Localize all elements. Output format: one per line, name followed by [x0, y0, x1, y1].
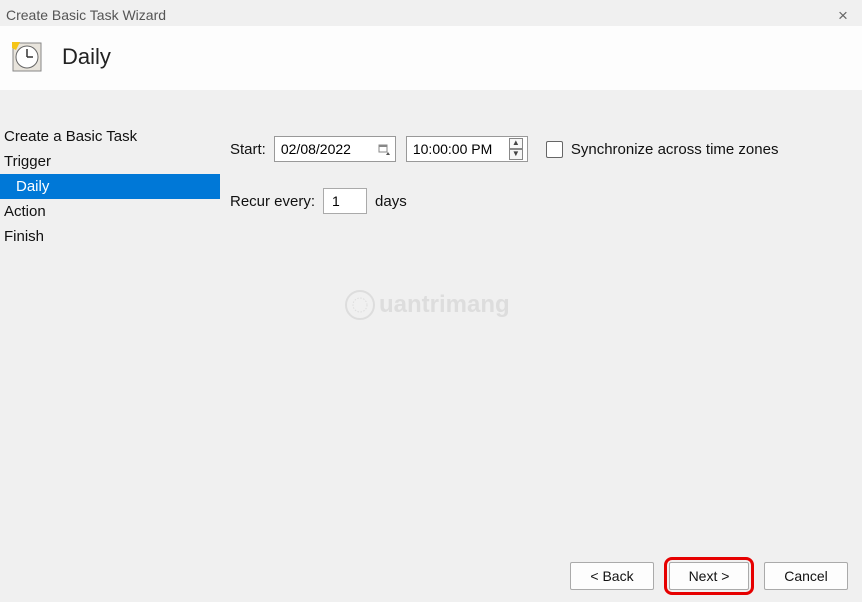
page-title: Daily — [62, 44, 111, 70]
wizard-footer: < Back Next > Cancel — [0, 550, 862, 602]
main-panel: Start: 02/08/2022 10:00:00 PM ▲ ▼ — [220, 112, 862, 550]
recur-label: Recur every: — [230, 193, 315, 210]
sidebar-item-daily[interactable]: Daily — [0, 174, 220, 199]
sidebar-item-finish[interactable]: Finish — [0, 224, 220, 249]
time-spin-up-button[interactable]: ▲ — [509, 138, 523, 149]
sync-timezones-checkbox[interactable] — [546, 141, 563, 158]
sidebar-item-create-basic-task[interactable]: Create a Basic Task — [0, 124, 220, 149]
start-time-input[interactable]: 10:00:00 PM ▲ ▼ — [406, 136, 528, 162]
time-spin-down-button[interactable]: ▼ — [509, 149, 523, 160]
titlebar: Create Basic Task Wizard × — [0, 0, 862, 26]
recur-unit-label: days — [375, 193, 407, 210]
back-button[interactable]: < Back — [570, 562, 654, 590]
close-icon: × — [838, 7, 848, 24]
sidebar-item-trigger[interactable]: Trigger — [0, 149, 220, 174]
scheduler-clock-icon — [10, 40, 44, 74]
sync-timezones-label: Synchronize across time zones — [571, 141, 779, 158]
time-spinner: ▲ ▼ — [509, 138, 523, 160]
window-title: Create Basic Task Wizard — [6, 7, 166, 23]
next-button-highlight: Next > — [664, 557, 754, 595]
recur-every-input[interactable] — [323, 188, 367, 214]
close-button[interactable]: × — [834, 6, 852, 24]
sidebar-item-action[interactable]: Action — [0, 199, 220, 224]
wizard-steps-sidebar: Create a Basic Task Trigger Daily Action… — [0, 112, 220, 550]
time-value: 10:00:00 PM — [413, 141, 492, 157]
calendar-dropdown-icon[interactable] — [377, 142, 391, 156]
start-row: Start: 02/08/2022 10:00:00 PM ▲ ▼ — [230, 136, 862, 162]
next-button[interactable]: Next > — [669, 562, 749, 590]
wizard-header: Daily — [0, 26, 862, 90]
content-area: Create a Basic Task Trigger Daily Action… — [0, 112, 862, 550]
cancel-button[interactable]: Cancel — [764, 562, 848, 590]
recur-row: Recur every: days — [230, 188, 862, 214]
start-date-input[interactable]: 02/08/2022 — [274, 136, 396, 162]
date-value: 02/08/2022 — [281, 141, 351, 157]
start-label: Start: — [230, 141, 266, 158]
